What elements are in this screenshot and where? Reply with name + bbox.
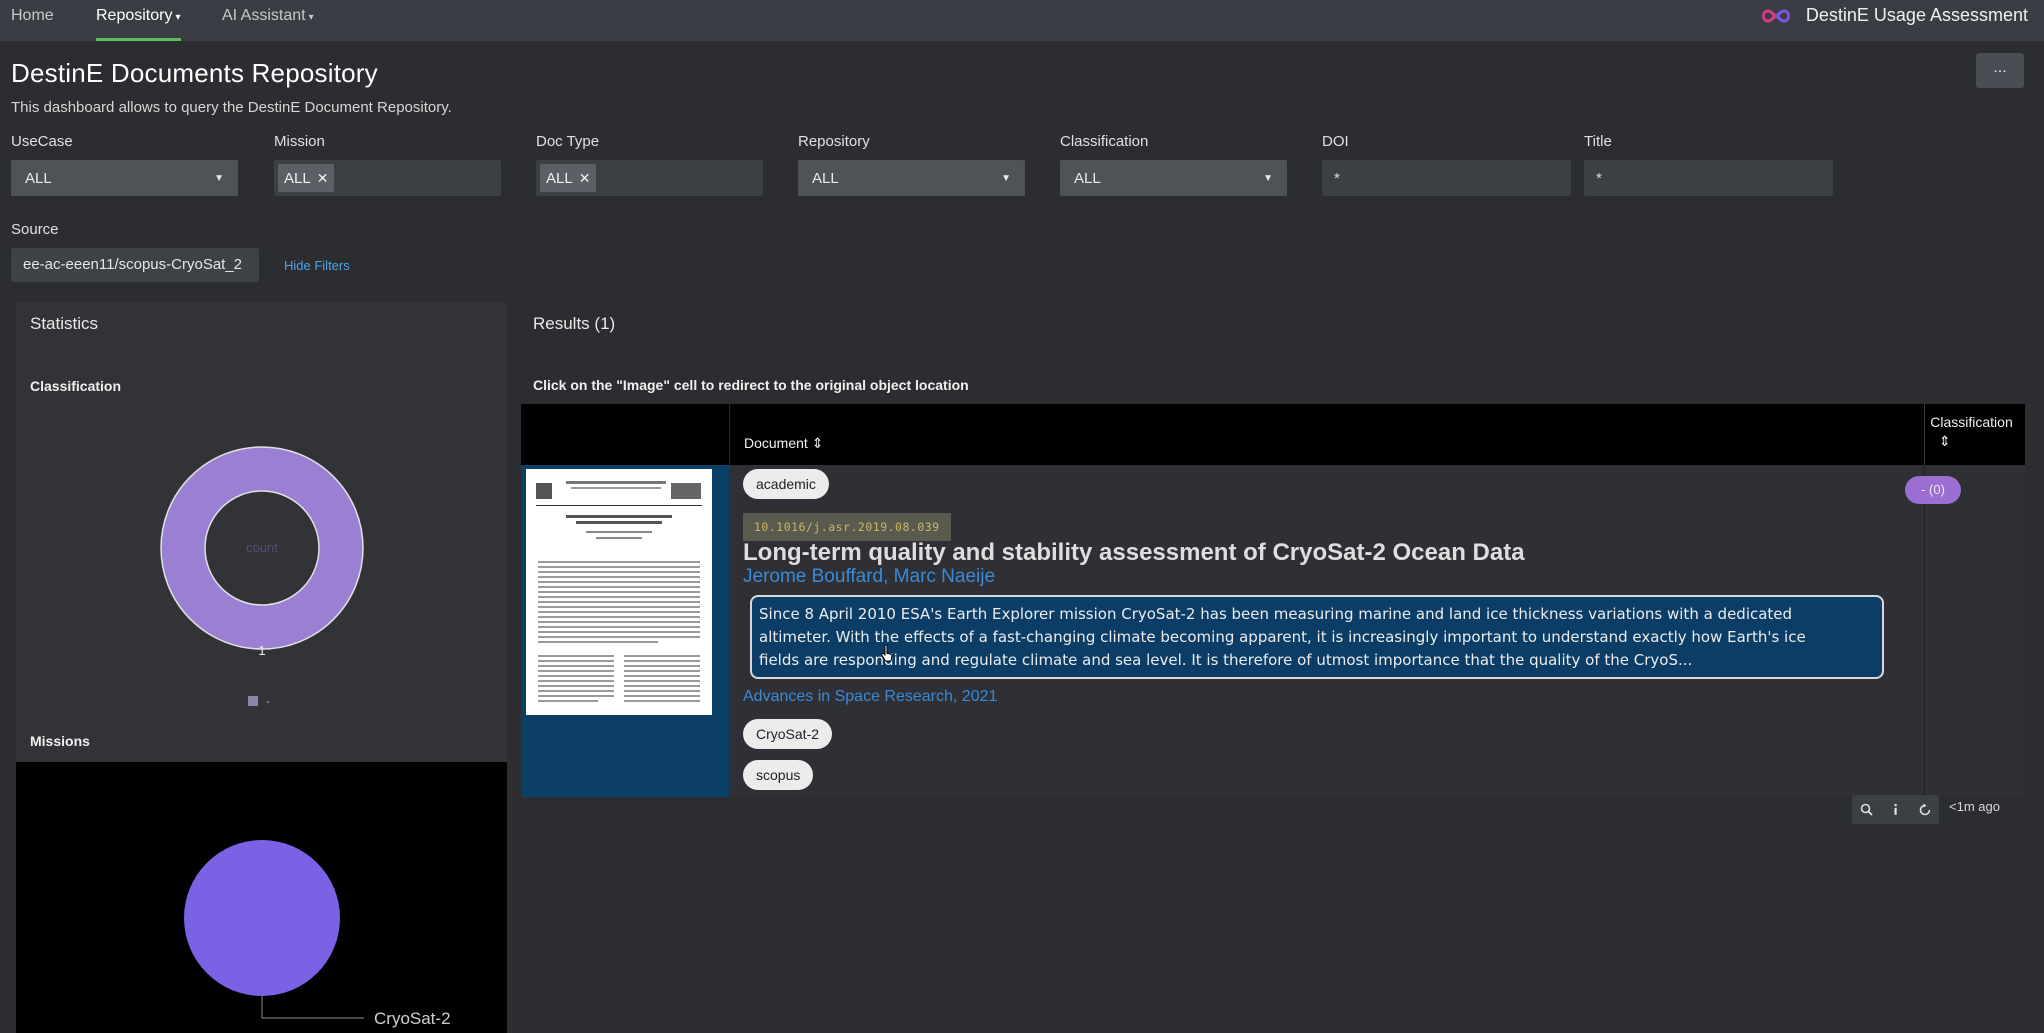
column-header-document[interactable]: Document ⇕	[744, 435, 823, 452]
hide-filters-link[interactable]: Hide Filters	[284, 258, 350, 273]
mouse-cursor-icon	[880, 644, 893, 662]
mission-pie-slice[interactable]	[184, 840, 340, 996]
classification-cell	[1924, 465, 2025, 797]
filter-title: Title	[1584, 133, 1833, 196]
donut-center-label: count	[246, 540, 278, 555]
chevron-down-icon: ▾	[175, 12, 181, 23]
infinity-logo-icon	[1761, 8, 1790, 23]
mission-multiselect[interactable]: ALL ✕	[274, 160, 501, 196]
mission-tag[interactable]: CryoSat-2	[743, 719, 833, 749]
mission-chip: ALL ✕	[278, 164, 335, 192]
remove-chip-icon[interactable]: ✕	[317, 170, 329, 187]
filter-repository: Repository ALL ▼	[798, 133, 1025, 196]
nav-ai-assistant-label: AI Assistant	[222, 7, 306, 24]
filter-source-label: Source	[11, 221, 59, 238]
results-title: Results (1)	[533, 314, 616, 333]
filter-doctype-label: Doc Type	[536, 133, 600, 150]
missions-chart: CryoSat-2	[16, 762, 507, 1033]
mission-chip-label: ALL	[284, 169, 311, 187]
classification-donut-chart: count 1 -	[160, 446, 364, 708]
abstract-line: altimeter. With the effects of a fast-ch…	[759, 628, 1806, 646]
last-updated-label: <1m ago	[1949, 799, 2000, 814]
document-cell: academic 10.1016/j.asr.2019.08.039 Long-…	[729, 465, 1924, 797]
doctype-chip: ALL ✕	[540, 164, 597, 192]
caret-down-icon: ▼	[1263, 173, 1273, 184]
page-title: DestinE Documents Repository	[11, 58, 378, 88]
paper-page-preview	[536, 481, 702, 702]
missions-pie-svg: CryoSat-2	[184, 840, 451, 1028]
panel-toolbar	[1852, 795, 1939, 824]
nav-home[interactable]: Home	[11, 0, 54, 41]
column-header-classification[interactable]: Classification ⇕	[1918, 414, 2025, 450]
filter-doi-label: DOI	[1322, 133, 1349, 150]
mission-slice-label: CryoSat-2	[374, 1009, 451, 1028]
classification-badge[interactable]: - (0)	[1905, 476, 1961, 504]
filter-usecase: UseCase ALL ▼	[11, 133, 238, 196]
filter-doi: DOI	[1322, 133, 1571, 196]
more-options-button[interactable]: ...	[1976, 53, 2024, 88]
abstract-line: fields are responding and regulate clima…	[759, 651, 1693, 669]
table-row: academic 10.1016/j.asr.2019.08.039 Long-…	[521, 465, 2025, 797]
journal-link[interactable]: Advances in Space Research, 2021	[743, 688, 997, 706]
document-thumbnail	[526, 469, 712, 715]
nav-repository[interactable]: Repository ▾	[96, 0, 181, 41]
caret-down-icon: ▼	[214, 173, 224, 184]
filter-title-label: Title	[1584, 133, 1612, 150]
results-hint: Click on the "Image" cell to redirect to…	[533, 377, 969, 393]
document-authors[interactable]: Jerome Bouffard, Marc Naeije	[743, 566, 995, 588]
doctype-chip-label: ALL	[546, 169, 573, 187]
filter-usecase-label: UseCase	[11, 133, 73, 150]
missions-chart-title: Missions	[30, 733, 90, 749]
caret-down-icon: ▼	[1001, 173, 1011, 184]
usecase-dropdown[interactable]: ALL ▼	[11, 160, 238, 196]
source-tag[interactable]: scopus	[743, 760, 814, 790]
classification-value: ALL	[1074, 169, 1101, 187]
title-input[interactable]	[1584, 160, 1833, 196]
chevron-down-icon: ▾	[308, 12, 314, 23]
doc-type-tag[interactable]: academic	[743, 469, 829, 499]
refresh-icon[interactable]	[1910, 795, 1939, 824]
top-nav-bar: Home Repository ▾ AI Assistant ▾ DestinE U…	[0, 0, 2044, 41]
column-divider	[729, 404, 730, 465]
document-abstract: Since 8 April 2010 ESA's Earth Explorer …	[750, 595, 1884, 679]
repository-dropdown[interactable]: ALL ▼	[798, 160, 1025, 196]
filter-mission-label: Mission	[274, 133, 325, 150]
filter-classification-label: Classification	[1060, 133, 1149, 150]
nav-home-label: Home	[11, 7, 54, 24]
abstract-line: Since 8 April 2010 ESA's Earth Explorer …	[759, 605, 1793, 623]
page-description: This dashboard allows to query the Desti…	[11, 99, 452, 116]
repository-value: ALL	[812, 169, 839, 187]
nav-repository-label: Repository	[96, 7, 173, 24]
legend-swatch	[248, 696, 258, 706]
sort-icon: ⇕	[811, 435, 824, 451]
filter-classification: Classification ALL ▼	[1060, 133, 1287, 196]
document-title: Long-term quality and stability assessme…	[743, 539, 1525, 566]
doi-badge: 10.1016/j.asr.2019.08.039	[743, 513, 951, 541]
brand: DestinE Usage Assessment	[1760, 0, 2028, 31]
search-icon[interactable]	[1852, 795, 1881, 824]
legend-label: -	[266, 696, 270, 708]
classification-chart-title: Classification	[30, 378, 122, 394]
brand-title: DestinE Usage Assessment	[1805, 5, 2028, 25]
filter-mission: Mission ALL ✕	[274, 133, 501, 196]
results-table-header: Document ⇕ Classification ⇕	[521, 404, 2025, 465]
filter-doctype: Doc Type ALL ✕	[536, 133, 763, 196]
classification-dropdown[interactable]: ALL ▼	[1060, 160, 1287, 196]
donut-value-label: 1	[258, 643, 265, 658]
classification-header-label: Classification	[1930, 414, 2013, 430]
statistics-title: Statistics	[30, 314, 99, 333]
source-input[interactable]: ee-ac-eeen11/scopus-CryoSat_2	[11, 248, 259, 282]
sort-icon: ⇕	[1939, 433, 1951, 449]
doctype-multiselect[interactable]: ALL ✕	[536, 160, 763, 196]
filter-source: Source ee-ac-eeen11/scopus-CryoSat_2	[11, 221, 271, 282]
mission-leader-line	[261, 996, 364, 1019]
nav-ai-assistant[interactable]: AI Assistant ▾	[222, 0, 314, 41]
doi-input[interactable]	[1322, 160, 1571, 196]
document-header-label: Document	[744, 435, 808, 451]
image-cell[interactable]	[521, 465, 729, 797]
remove-chip-icon[interactable]: ✕	[579, 170, 591, 187]
usecase-value: ALL	[25, 169, 52, 187]
filter-repository-label: Repository	[798, 133, 870, 150]
info-icon[interactable]	[1881, 795, 1910, 824]
